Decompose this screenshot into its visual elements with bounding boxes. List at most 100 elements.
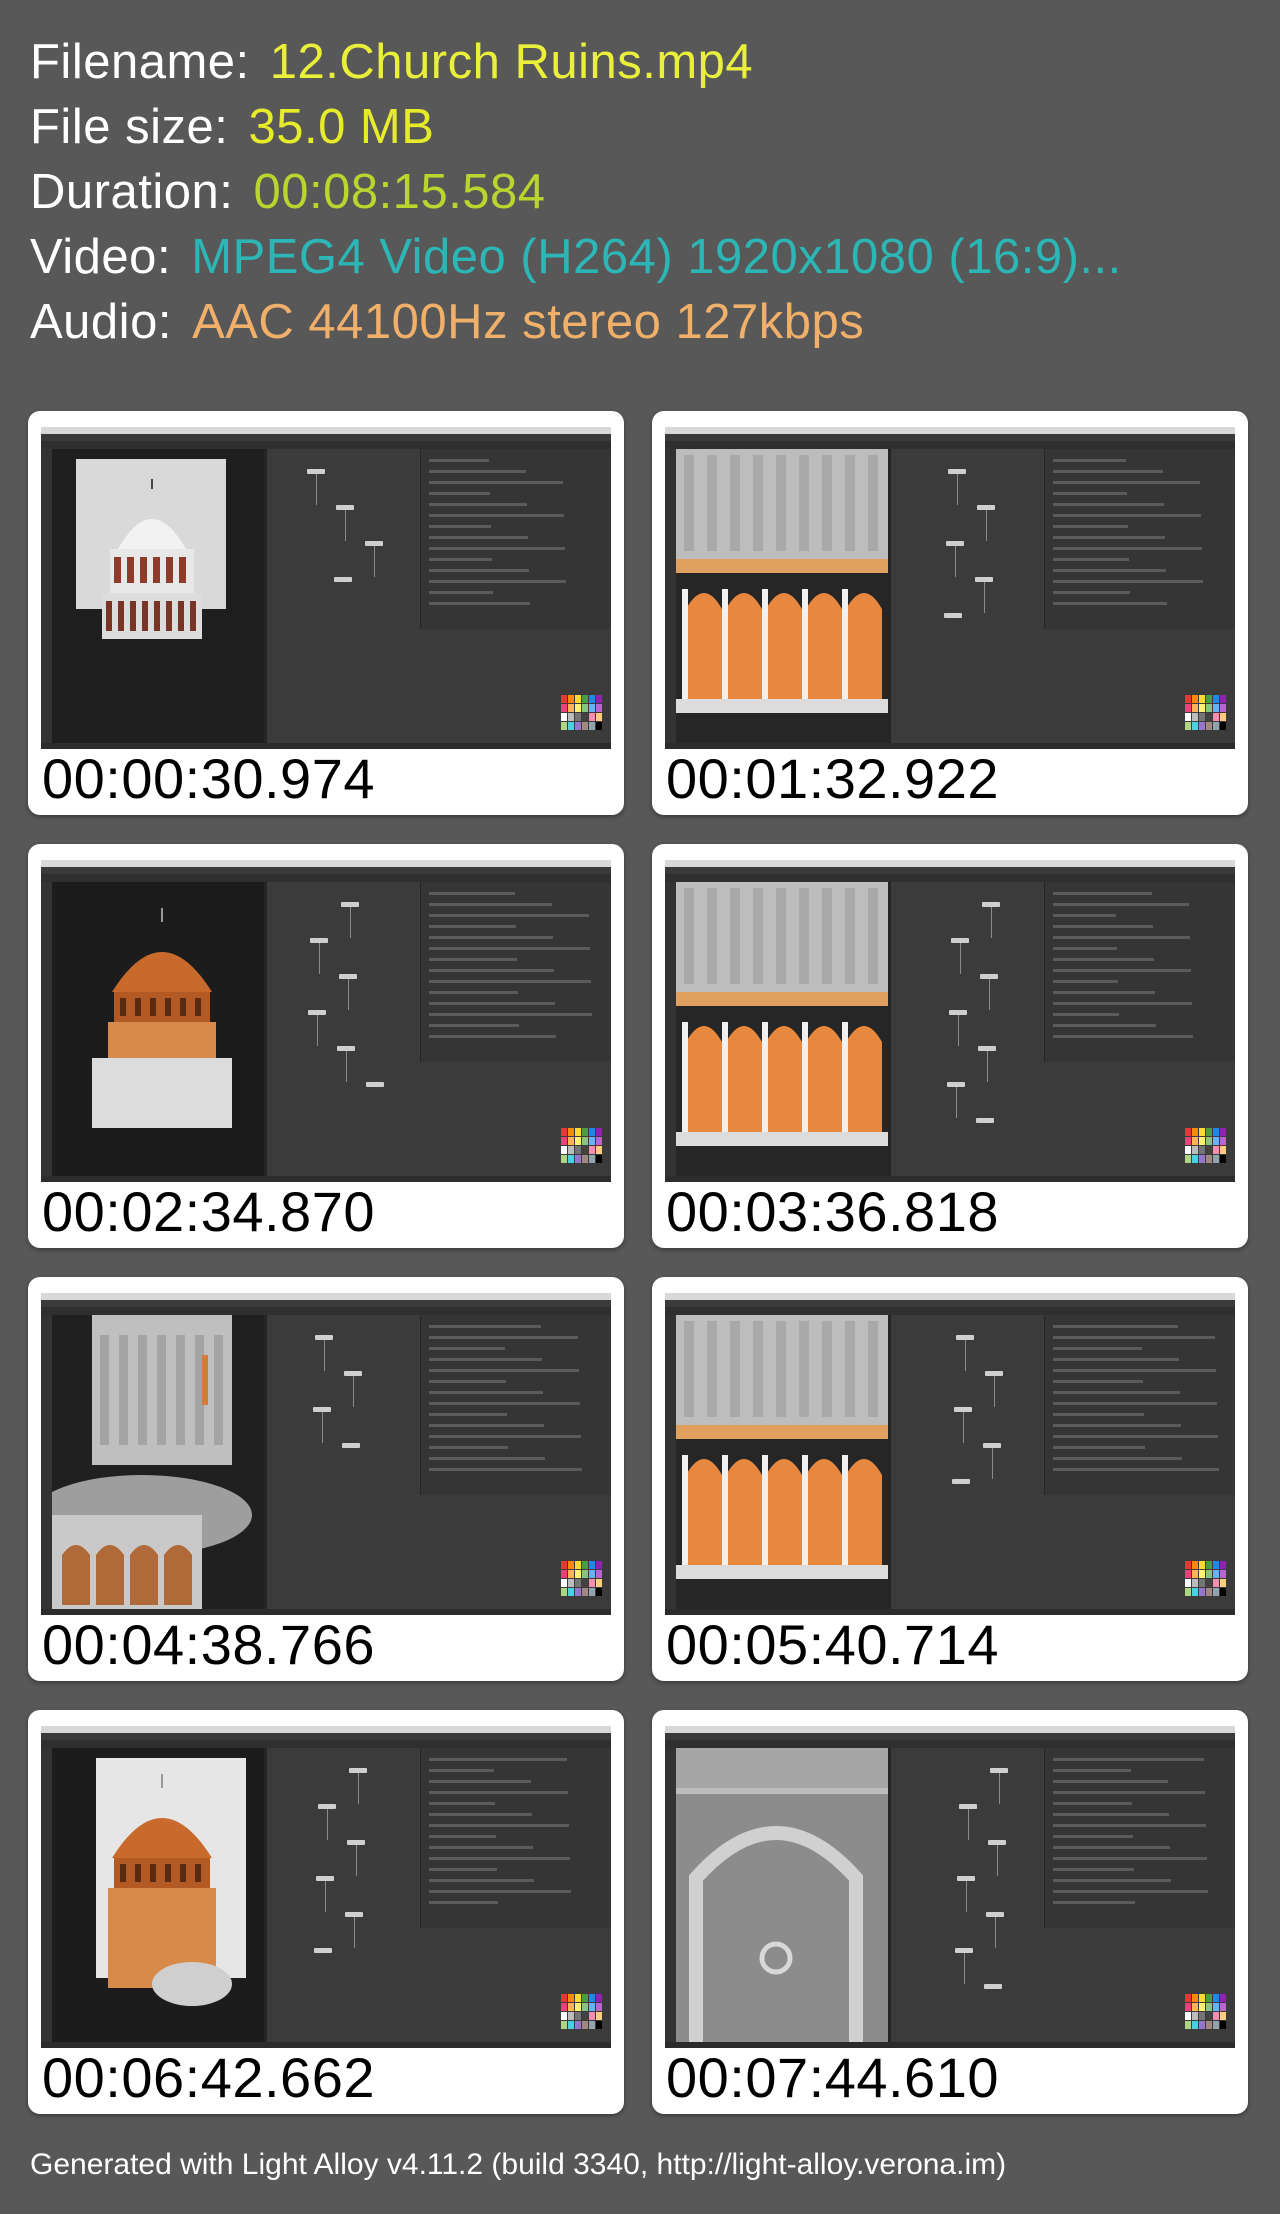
palette-swatch xyxy=(1192,1994,1198,2002)
node-wire xyxy=(322,1412,323,1443)
palette-swatch xyxy=(568,2012,574,2020)
param-row xyxy=(429,1391,543,1394)
frame-thumbnail xyxy=(41,427,611,749)
palette-swatch xyxy=(568,1579,574,1587)
palette-swatch xyxy=(1213,2021,1219,2029)
param-row xyxy=(1053,1013,1119,1016)
palette-swatch xyxy=(561,722,567,730)
palette-swatch xyxy=(1185,704,1191,712)
thumbnail-card: 00:04:38.766 xyxy=(28,1277,624,1681)
palette-swatch xyxy=(1206,722,1212,730)
palette-swatch xyxy=(1220,1994,1226,2002)
duration-label: Duration: xyxy=(30,165,234,219)
param-row xyxy=(429,1890,571,1893)
palette-swatch xyxy=(561,1570,567,1578)
param-row xyxy=(429,569,529,572)
viewport-3d xyxy=(676,1315,888,1609)
palette-swatch xyxy=(582,1137,588,1145)
param-row xyxy=(429,536,528,539)
app-titlebar xyxy=(41,860,611,867)
param-row xyxy=(429,1035,556,1038)
node-wire xyxy=(324,1340,325,1371)
palette-swatch xyxy=(1185,2003,1191,2011)
palette-swatch xyxy=(568,704,574,712)
frame-timestamp: 00:04:38.766 xyxy=(42,1613,375,1676)
app-tabbar xyxy=(665,441,1235,449)
palette-swatch xyxy=(596,1588,602,1596)
param-row xyxy=(1053,536,1165,539)
node-wire xyxy=(994,1376,995,1407)
palette-swatch xyxy=(568,1146,574,1154)
param-row xyxy=(429,1369,579,1372)
param-row xyxy=(429,1769,494,1772)
palette-swatch xyxy=(1213,722,1219,730)
palette-swatch xyxy=(1206,1579,1212,1587)
node-wire xyxy=(966,1881,967,1912)
param-row xyxy=(429,1813,532,1816)
palette-swatch xyxy=(1192,2003,1198,2011)
palette-swatch xyxy=(1192,695,1198,703)
node-wire xyxy=(999,1773,1000,1804)
app-tabbar xyxy=(665,874,1235,882)
param-row xyxy=(429,925,516,928)
filename-label: Filename: xyxy=(30,35,250,89)
duration-value: 00:08:15.584 xyxy=(253,165,546,219)
palette-swatch xyxy=(1199,1588,1205,1596)
param-row xyxy=(429,492,490,495)
palette-swatch xyxy=(1206,695,1212,703)
palette-swatch xyxy=(561,2003,567,2011)
filesize-row: File size: 35.0 MB xyxy=(30,95,1122,160)
param-row xyxy=(1053,1769,1131,1772)
palette-swatch xyxy=(568,1994,574,2002)
palette-swatch xyxy=(596,713,602,721)
param-row xyxy=(1053,1802,1132,1805)
app-tabbar xyxy=(41,874,611,882)
palette-swatch xyxy=(596,2003,602,2011)
filesize-label: File size: xyxy=(30,100,229,154)
param-row xyxy=(1053,1002,1192,1005)
parameter-panel xyxy=(420,449,611,629)
param-row xyxy=(1053,1035,1193,1038)
color-palette xyxy=(1185,1994,1229,2032)
palette-swatch xyxy=(1199,1137,1205,1145)
param-row xyxy=(1053,1780,1168,1783)
palette-swatch xyxy=(1220,2003,1226,2011)
network-editor xyxy=(267,1748,611,2042)
palette-swatch xyxy=(1199,722,1205,730)
parameter-panel xyxy=(420,882,611,1062)
palette-swatch xyxy=(1185,1128,1191,1136)
palette-swatch xyxy=(596,2012,602,2020)
filename-row: Filename: 12.Church Ruins.mp4 xyxy=(30,30,1122,95)
palette-swatch xyxy=(1213,1155,1219,1163)
palette-swatch xyxy=(568,722,574,730)
palette-swatch xyxy=(589,1994,595,2002)
palette-swatch xyxy=(1220,713,1226,721)
param-row xyxy=(1053,1024,1156,1027)
app-tabbar xyxy=(41,1740,611,1748)
node-wire xyxy=(348,979,349,1010)
param-row xyxy=(429,1802,495,1805)
node-wire xyxy=(989,979,990,1010)
duration-row: Duration: 00:08:15.584 xyxy=(30,160,1122,225)
param-row xyxy=(1053,481,1200,484)
palette-swatch xyxy=(1185,1570,1191,1578)
palette-swatch xyxy=(589,704,595,712)
param-row xyxy=(1053,1369,1216,1372)
palette-swatch xyxy=(1199,2012,1205,2020)
palette-swatch xyxy=(589,1146,595,1154)
node-wire xyxy=(325,1881,326,1912)
palette-swatch xyxy=(561,1994,567,2002)
color-palette xyxy=(1185,1128,1229,1166)
palette-swatch xyxy=(589,2003,595,2011)
palette-swatch xyxy=(1199,713,1205,721)
param-row xyxy=(429,1901,498,1904)
param-row xyxy=(1053,925,1153,928)
palette-swatch xyxy=(1213,695,1219,703)
param-row xyxy=(1053,1347,1142,1350)
viewport-3d xyxy=(52,882,264,1176)
palette-swatch xyxy=(1206,2003,1212,2011)
palette-swatch xyxy=(1192,1570,1198,1578)
palette-swatch xyxy=(1185,713,1191,721)
node-wire xyxy=(374,546,375,577)
palette-swatch xyxy=(1206,713,1212,721)
